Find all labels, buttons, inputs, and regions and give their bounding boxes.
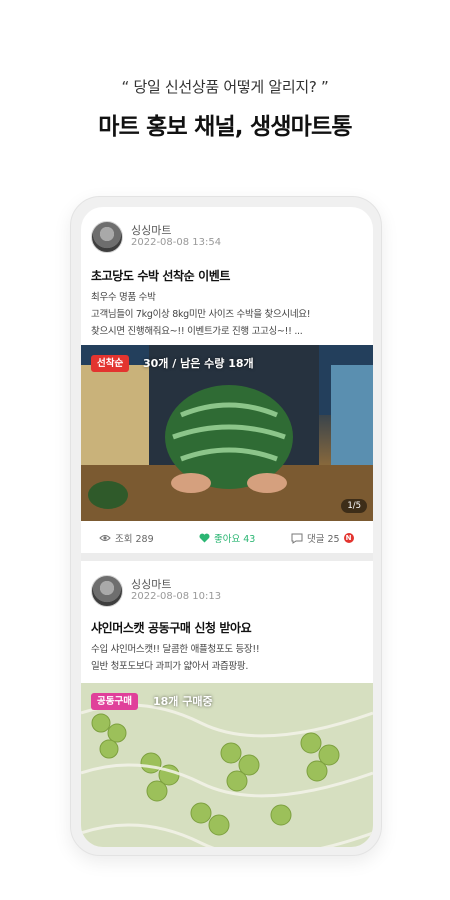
- headline-title: 마트 홍보 채널, 생생마트통: [98, 114, 352, 140]
- comment-icon: [291, 533, 303, 544]
- post-author[interactable]: 싱싱마트 2022-08-08 13:54: [91, 221, 361, 255]
- post-body-line: 찾으시면 진행해줘요~!! 이벤트가로 진행 고고싱~!! ...: [91, 326, 303, 337]
- avatar[interactable]: [91, 221, 123, 253]
- post-body-line: 최우수 명품 수박: [91, 292, 156, 303]
- views-stat[interactable]: 조회 289: [99, 531, 154, 545]
- avatar[interactable]: [91, 575, 123, 607]
- post-body-line: 고객님들이 7kg이상 8kg미만 사이즈 수박을 찾으시네요!: [91, 309, 311, 320]
- post-photo-watermelon[interactable]: 선착순 30개 / 남은 수량 18개 1/5: [81, 345, 373, 521]
- post-body-line: 수입 샤인머스캣!! 달콤한 애플청포도 등장!!: [91, 644, 260, 655]
- status-badge: 공동구매: [91, 693, 138, 710]
- author-name: 싱싱마트: [131, 578, 172, 591]
- post-date: 2022-08-08 13:54: [131, 237, 222, 248]
- post-body-line: 일반 청포도보다 과피가 얇아서 과즙팡팡.: [91, 661, 249, 672]
- image-counter: 1/5: [341, 499, 367, 513]
- feed-post[interactable]: 싱싱마트 2022-08-08 10:13 샤인머스캣 공동구매 신청 받아요 …: [81, 561, 373, 847]
- eye-icon: [99, 533, 111, 543]
- new-badge: N: [343, 533, 354, 543]
- feed-post[interactable]: 싱싱마트 2022-08-08 13:54 초고당도 수박 선착순 이벤트 최우…: [81, 207, 373, 553]
- post-title: 샤인머스캣 공동구매 신청 받아요: [91, 621, 252, 635]
- comments-stat[interactable]: 댓글 25 N: [291, 531, 354, 545]
- likes-count: 좋아요 43: [214, 534, 256, 545]
- post-author[interactable]: 싱싱마트 2022-08-08 10:13: [91, 575, 361, 609]
- phone-screen: 싱싱마트 2022-08-08 13:54 초고당도 수박 선착순 이벤트 최우…: [81, 207, 373, 847]
- views-count: 조회 289: [115, 534, 154, 545]
- tag-info: 18개 구매중: [153, 695, 213, 708]
- post-title: 초고당도 수박 선착순 이벤트: [91, 269, 231, 283]
- author-name: 싱싱마트: [131, 224, 172, 237]
- post-stats: 조회 289 좋아요 43 댓글 25 N: [81, 527, 373, 549]
- phone-mockup: 싱싱마트 2022-08-08 13:54 초고당도 수박 선착순 이벤트 최우…: [70, 196, 382, 856]
- post-date: 2022-08-08 10:13: [131, 591, 222, 602]
- post-photo-grapes[interactable]: 공동구매 18개 구매중: [81, 683, 373, 847]
- heart-icon: [199, 533, 210, 543]
- comments-count: 댓글 25: [307, 534, 340, 545]
- status-badge: 선착순: [91, 355, 130, 372]
- headline: “ 당일 신선상품 어떻게 알리지? ” 마트 홍보 채널, 생생마트통: [0, 76, 450, 141]
- headline-subtitle: “ 당일 신선상품 어떻게 알리지? ”: [121, 78, 329, 96]
- tag-info: 30개 / 남은 수량 18개: [143, 357, 254, 370]
- likes-stat[interactable]: 좋아요 43: [199, 531, 255, 545]
